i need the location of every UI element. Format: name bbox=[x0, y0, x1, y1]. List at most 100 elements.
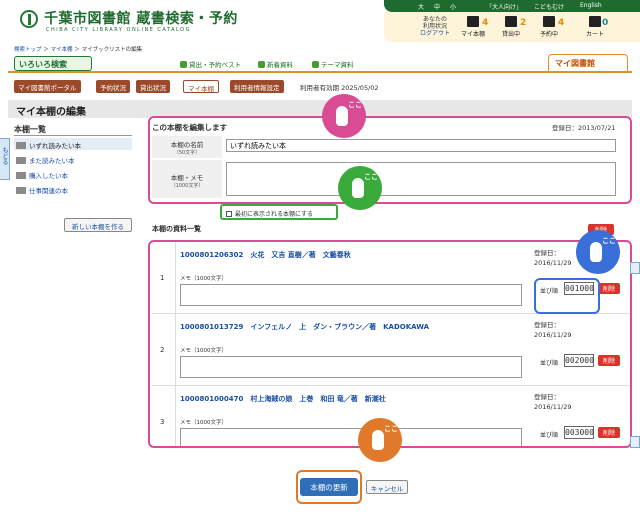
tag-icon bbox=[312, 61, 319, 68]
my-library-tab-label: マイ図書館 bbox=[555, 59, 595, 68]
shelf-icon bbox=[16, 142, 26, 149]
order-label: 並び順 bbox=[540, 432, 559, 439]
font-size-large[interactable]: 大 bbox=[418, 2, 424, 11]
row-number: 1 bbox=[160, 274, 165, 282]
pointer-hand-icon: ここ bbox=[338, 166, 382, 210]
shelf-name-input[interactable] bbox=[226, 139, 616, 152]
reg-label: 登録日： bbox=[534, 249, 560, 257]
sidebar-item-label: 購入したい本 bbox=[29, 172, 68, 180]
my-library-tab[interactable]: マイ図書館 bbox=[548, 54, 628, 72]
delete-button[interactable]: 削除 bbox=[598, 283, 620, 294]
sidebar-divider bbox=[14, 135, 132, 136]
order-input[interactable]: 003000 bbox=[564, 426, 594, 439]
reg-label: 登録日： bbox=[534, 321, 560, 329]
sidebar-item-buy[interactable]: 購入したい本 bbox=[16, 170, 68, 180]
sidebar-item-someday[interactable]: いずれ読みたい本 bbox=[16, 140, 81, 150]
nav-divider bbox=[8, 71, 632, 73]
nav-theme-link[interactable]: テーマ資料 bbox=[312, 59, 354, 69]
book-title-link[interactable]: 1000801000470 村上海賊の娘 上巻 和田 竜／著 新潮社 bbox=[180, 394, 386, 404]
book-reg-date: 登録日： 2016/11/29 bbox=[534, 392, 571, 412]
expiry-info: 利用者有効期 2025/05/02 bbox=[300, 82, 379, 92]
sidebar-item-work[interactable]: 仕事関連の本 bbox=[16, 185, 68, 195]
row-number: 3 bbox=[160, 418, 165, 426]
font-size-small[interactable]: 小 bbox=[450, 2, 456, 11]
row-num-cell bbox=[152, 386, 176, 446]
bookshelf-icon bbox=[467, 16, 479, 27]
delete-button[interactable]: 削除 bbox=[598, 355, 620, 366]
new-shelf-button[interactable]: 新しい本棚を作る bbox=[64, 218, 132, 232]
order-label: 並び順 bbox=[540, 360, 559, 367]
search-tab[interactable]: いろいろ検索 bbox=[14, 56, 92, 71]
breadcrumb-search-top[interactable]: 検索トップ bbox=[14, 47, 42, 53]
memo-label-text: 本棚・メモ bbox=[170, 174, 204, 182]
cancel-button[interactable]: キャンセル bbox=[366, 480, 408, 494]
order-highlight-frame bbox=[534, 278, 600, 314]
name-label-text: 本棚の名前 bbox=[170, 141, 204, 149]
sidebar-item-label: 仕事関連の本 bbox=[29, 187, 68, 195]
first-shelf-option[interactable]: 最初に表示される本棚にする bbox=[220, 204, 338, 220]
book-memo-textarea[interactable] bbox=[180, 284, 522, 306]
adult-link[interactable]: 「大人向け」 bbox=[486, 2, 522, 11]
subtab-reservations[interactable]: 予約状況 bbox=[96, 80, 130, 93]
person-icon bbox=[180, 61, 187, 68]
book-title-link[interactable]: 1000801013729 インフェルノ 上 ダン・ブラウン／著 KADOKAW… bbox=[180, 322, 429, 332]
update-shelf-button[interactable]: 本棚の更新 bbox=[300, 478, 358, 496]
user-status-line2: 利用状況 bbox=[422, 23, 447, 30]
callout-label: ここ bbox=[384, 425, 398, 433]
kids-link[interactable]: こどもむけ bbox=[534, 2, 564, 11]
nav-theme-label: テーマ資料 bbox=[321, 61, 354, 69]
shelf-memo-textarea[interactable] bbox=[226, 162, 616, 196]
sidebar-item-reread[interactable]: また読みたい本 bbox=[16, 155, 75, 165]
scroll-top-icon[interactable] bbox=[630, 262, 640, 274]
subtab-user-settings[interactable]: 利用者情報設定 bbox=[230, 80, 284, 93]
book-reg-date: 登録日： 2016/11/29 bbox=[534, 320, 571, 340]
back-tab[interactable]: もどる bbox=[0, 138, 10, 180]
book-reg-date: 登録日： 2016/11/29 bbox=[534, 248, 571, 268]
house-icon bbox=[505, 16, 517, 27]
memo-label: メモ（1000文字） bbox=[180, 348, 227, 354]
nav-best-link[interactable]: 貸出・予約ベスト bbox=[180, 59, 241, 69]
expiry-date: 2025/05/02 bbox=[341, 84, 379, 92]
subtab-portal[interactable]: マイ図書館ポータル bbox=[14, 80, 81, 93]
shelf-icon bbox=[16, 172, 26, 179]
sidebar-item-label: また読みたい本 bbox=[29, 157, 75, 165]
nav-new-link[interactable]: 新着資料 bbox=[258, 59, 293, 69]
breadcrumb-separator: ＞ bbox=[74, 47, 80, 53]
sidebar-heading: 本棚一覧 bbox=[14, 125, 46, 134]
book-memo-textarea[interactable] bbox=[180, 356, 522, 378]
english-link[interactable]: English bbox=[580, 2, 602, 9]
first-shelf-label: 最初に表示される本棚にする bbox=[235, 211, 314, 218]
reserved-count: 4 bbox=[558, 18, 565, 28]
cart-count: 0 bbox=[602, 18, 609, 28]
user-status-line1: あなたの bbox=[422, 16, 447, 23]
book-title-link[interactable]: 1000801206302 火花 又吉 直樹／著 文藝春秋 bbox=[180, 250, 351, 260]
reg-date: 2016/11/29 bbox=[534, 331, 572, 339]
shelf-reg-date: 登録日：2013/07/21 bbox=[552, 124, 616, 132]
list-heading: 本棚の資料一覧 bbox=[152, 225, 201, 233]
memo-label: 本棚・メモ （1000文字） bbox=[152, 160, 222, 198]
reg-date: 2016/11/29 bbox=[534, 403, 572, 411]
table-row: 2 1000801013729 インフェルノ 上 ダン・ブラウン／著 KADOK… bbox=[152, 314, 630, 386]
reg-label: 登録日： bbox=[534, 393, 560, 401]
first-shelf-checkbox[interactable] bbox=[226, 211, 232, 217]
hand-book-icon bbox=[543, 16, 555, 27]
top-utility-bar: 大 中 小 「大人向け」 こどもむけ English bbox=[384, 0, 640, 12]
book-memo-textarea[interactable] bbox=[180, 428, 522, 446]
site-title[interactable]: 千葉市図書館 蔵書検索・予約 bbox=[44, 8, 238, 28]
scroll-top-icon[interactable] bbox=[630, 436, 640, 448]
borrowed-label: 貸出中 bbox=[501, 31, 520, 38]
borrowed-count: 2 bbox=[520, 18, 527, 28]
expiry-label: 利用者有効期 bbox=[300, 84, 339, 92]
logout-link[interactable]: ログアウト bbox=[418, 30, 452, 37]
order-input[interactable]: 002000 bbox=[564, 354, 594, 367]
callout-label: ここ bbox=[602, 237, 616, 245]
delete-button[interactable]: 削除 bbox=[598, 427, 620, 438]
library-logo-icon bbox=[20, 10, 38, 28]
subtab-loans[interactable]: 貸出状況 bbox=[136, 80, 170, 93]
subtab-my-shelf[interactable]: マイ本棚 bbox=[183, 80, 219, 93]
callout-label: ここ bbox=[364, 173, 378, 181]
nav-new-label: 新着資料 bbox=[267, 61, 293, 69]
font-size-medium[interactable]: 中 bbox=[434, 2, 440, 11]
breadcrumb-my-shelf[interactable]: マイ本棚 bbox=[51, 47, 73, 53]
edit-heading: この本棚を編集します bbox=[152, 123, 227, 132]
